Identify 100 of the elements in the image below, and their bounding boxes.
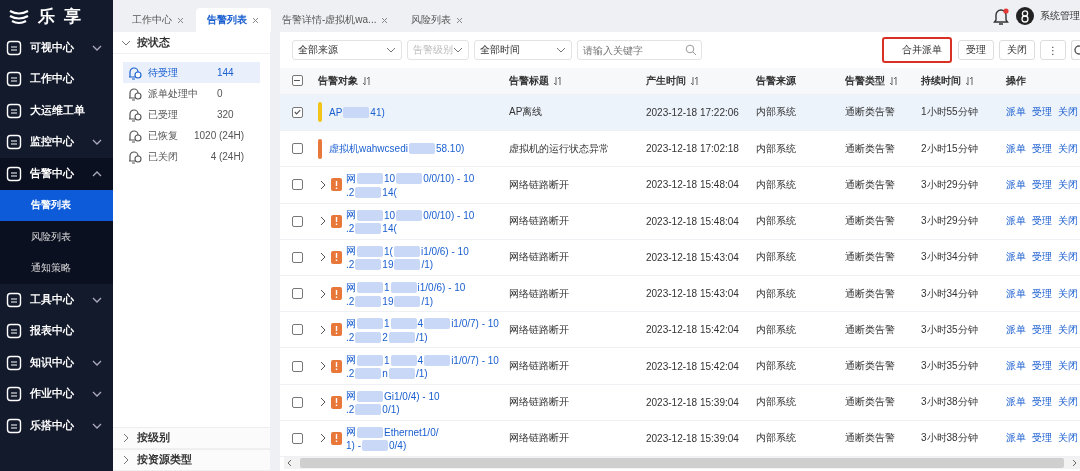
sidebar-item[interactable]: 工具中心	[0, 284, 113, 316]
close-icon[interactable]	[455, 15, 465, 25]
close-icon[interactable]	[251, 15, 260, 25]
row-action-link[interactable]: 派单	[1006, 250, 1026, 265]
dropdown[interactable]: 全部时间	[474, 40, 572, 60]
table-row[interactable]: 网 Gi1/0/4) - 10 .2 0/1) 网络链路断开 2023-12-18 15:39:04 内部系统 通断类告警 3小时38分钟 派单 受理 关闭	[280, 384, 1080, 421]
sort-icon[interactable]	[362, 75, 371, 86]
close-icon[interactable]	[176, 15, 185, 25]
row-action-link[interactable]: 关闭	[1058, 322, 1078, 337]
checkbox[interactable]	[291, 75, 303, 87]
column-header[interactable]: 产生时间	[646, 73, 686, 88]
sidebar-item[interactable]: 监控中心	[0, 126, 113, 158]
section-header[interactable]: 按状态	[113, 32, 270, 54]
dropdown[interactable]: 全部来源	[292, 40, 402, 60]
object-link-fragment[interactable]: n	[382, 368, 388, 379]
object-link-fragment[interactable]: 网	[346, 389, 356, 404]
expand-icon[interactable]	[318, 397, 327, 408]
row-action-link[interactable]: 关闭	[1058, 431, 1078, 446]
object-link-fragment[interactable]: 网	[346, 425, 356, 440]
row-action-link[interactable]: 关闭	[1058, 177, 1078, 192]
row-action-link[interactable]: 关闭	[1058, 286, 1078, 301]
section-header[interactable]: 按资源类型	[113, 449, 270, 471]
column-header[interactable]: 告警标题	[509, 73, 549, 88]
object-link-fragment[interactable]: 虚拟机wahwcsedi	[329, 141, 408, 156]
avatar-icon[interactable]	[1016, 7, 1034, 25]
horizontal-scrollbar[interactable]	[284, 457, 1080, 469]
row-action-link[interactable]: 关闭	[1058, 250, 1078, 265]
row-action-link[interactable]: 派单	[1006, 395, 1026, 410]
close-icon[interactable]	[380, 15, 390, 25]
object-link-fragment[interactable]: 10	[384, 173, 396, 185]
object-link-fragment[interactable]: .2	[346, 223, 355, 235]
table-row[interactable]: 虚拟机wahwcsedi 58.10) 虚拟机的运行状态异常 2023-12-18 17:02:18 内部系统 通断类告警 2小时15分钟 派单 受理 关闭	[280, 131, 1080, 168]
object-link-fragment[interactable]: Ethernet1/0/	[384, 426, 439, 438]
sort-icon[interactable]	[965, 75, 974, 86]
expand-icon[interactable]	[318, 288, 327, 299]
object-link-fragment[interactable]: 2	[382, 331, 388, 343]
object-link-fragment[interactable]: 0/4)	[389, 440, 407, 452]
object-link-fragment[interactable]: 网	[346, 208, 356, 223]
row-action-link[interactable]: 关闭	[1058, 105, 1078, 120]
checkbox[interactable]	[291, 107, 303, 118]
sort-icon[interactable]	[690, 75, 699, 86]
table-row[interactable]: 网 1 i1/0/6) - 10 .2 19 /1) 网络链路断开 2023-12-18 15:43:04 内部系统 通断类告警 3小时34分钟 派单 受理 关闭	[280, 275, 1080, 313]
action-button[interactable]: ⋮	[1040, 40, 1066, 60]
sidebar-subitem[interactable]: 风险列表	[0, 221, 113, 253]
object-link-fragment[interactable]: 1(	[384, 245, 393, 257]
object-link-fragment[interactable]: 0/0/10) - 10	[423, 209, 475, 221]
object-link-fragment[interactable]: i1/0/7) - 10	[451, 318, 499, 330]
object-link-fragment[interactable]: 网	[346, 244, 356, 259]
object-link-fragment[interactable]: 4	[417, 354, 424, 366]
object-link-fragment[interactable]: 1) -	[346, 440, 361, 452]
row-action-link[interactable]: 关闭	[1058, 395, 1078, 410]
row-action-link[interactable]: 受理	[1032, 141, 1052, 156]
table-row[interactable]: 网 1 4 i1/0/7) - 10 .2 n /1) 网络链路断开 2023-12-18 15:42:04 内部系统 通断类告警 3小时35分钟 派单 受理 关闭	[280, 348, 1080, 385]
user-name[interactable]: 系统管理	[1040, 9, 1080, 23]
object-link-fragment[interactable]: 网	[346, 316, 356, 331]
sidebar-subitem[interactable]: 通知策略	[0, 252, 113, 284]
sidebar-item[interactable]: 可视中心	[0, 32, 113, 64]
row-action-link[interactable]: 受理	[1032, 214, 1052, 229]
row-action-link[interactable]: 派单	[1006, 214, 1026, 229]
object-link-fragment[interactable]: 19	[382, 259, 394, 271]
table-row[interactable]: AP 41) AP离线 2023-12-18 17:22:06 内部系统 通断类告警 1小时55分钟 派单 受理 关闭	[280, 94, 1080, 132]
object-link-fragment[interactable]: /1)	[421, 295, 434, 307]
row-action-link[interactable]: 关闭	[1058, 214, 1078, 229]
expand-icon[interactable]	[318, 324, 327, 335]
object-link-fragment[interactable]: i1/0/6) - 10	[417, 282, 466, 294]
checkbox[interactable]	[291, 324, 303, 336]
sidebar-subitem[interactable]: 告警列表	[0, 189, 113, 221]
expand-icon[interactable]	[318, 179, 327, 190]
object-link-fragment[interactable]: 1	[384, 282, 390, 294]
row-action-link[interactable]: 派单	[1006, 359, 1026, 373]
row-action-link[interactable]: 受理	[1032, 431, 1052, 446]
row-action-link[interactable]: 受理	[1032, 395, 1052, 410]
table-row[interactable]: 网 10 0/0/10) - 10 .2 14( 网络链路断开 2023-12-18 15:48:04 内部系统 通断类告警 3小时29分钟 派单 受理 关闭	[280, 167, 1080, 204]
tab[interactable]: 告警列表	[196, 8, 271, 32]
object-link-fragment[interactable]: 14(	[382, 223, 397, 235]
tab[interactable]: 告警详情-虚拟机wa...	[271, 8, 401, 32]
object-link-fragment[interactable]: .2	[346, 404, 355, 416]
object-link-fragment[interactable]: /1)	[421, 259, 434, 271]
object-link-fragment[interactable]: .2	[346, 295, 355, 307]
object-link-fragment[interactable]: .2	[346, 331, 355, 343]
object-link-fragment[interactable]: 19	[382, 295, 394, 307]
checkbox[interactable]	[291, 215, 303, 227]
row-action-link[interactable]: 派单	[1006, 141, 1026, 156]
sidebar-item[interactable]: 工作中心	[0, 63, 113, 95]
action-button[interactable]: 合并派单	[882, 37, 952, 63]
object-link-fragment[interactable]: 网	[346, 171, 356, 186]
settings-button[interactable]	[1071, 40, 1080, 60]
sidebar-item[interactable]: 大运维工单	[0, 95, 113, 127]
row-action-link[interactable]: 派单	[1006, 431, 1026, 446]
sidebar-item[interactable]: 告警中心	[0, 158, 113, 190]
object-link-fragment[interactable]: /1)	[415, 331, 428, 343]
column-header[interactable]: 持续时间	[921, 73, 961, 88]
checkbox[interactable]	[291, 288, 303, 300]
object-link-fragment[interactable]: Gi1/0/4) - 10	[384, 390, 440, 402]
object-link-fragment[interactable]: .2	[346, 186, 355, 198]
row-action-link[interactable]: 关闭	[1058, 359, 1078, 373]
checkbox[interactable]	[291, 396, 303, 408]
sidebar-item[interactable]: 报表中心	[0, 315, 113, 347]
row-action-link[interactable]: 派单	[1006, 105, 1026, 120]
row-action-link[interactable]: 派单	[1006, 177, 1026, 192]
